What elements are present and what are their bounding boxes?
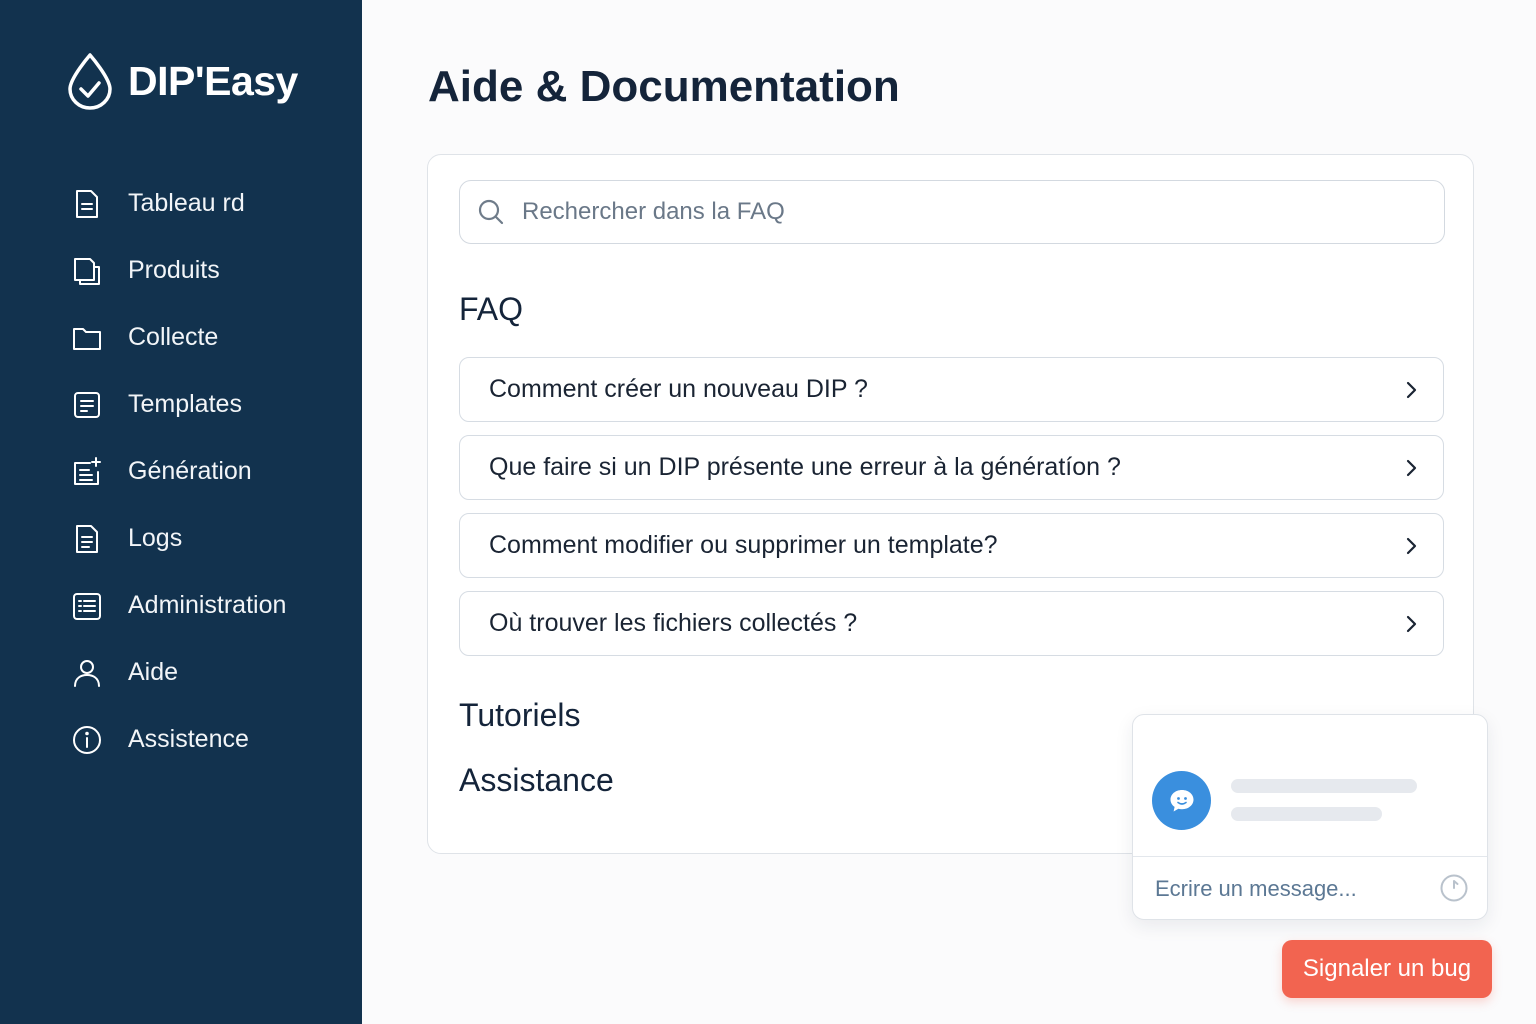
user-icon (74, 659, 100, 687)
chat-message-input[interactable] (1155, 870, 1435, 908)
sidebar-nav: Tableau rd Produits Collecte Templates G… (70, 170, 350, 773)
faq-list: Comment créer un nouveau DIP ? Que faire… (459, 357, 1444, 669)
document-icon (76, 189, 98, 218)
sidebar-item-collecte[interactable]: Collecte (70, 304, 350, 371)
search-icon (478, 199, 504, 225)
faq-question: Que faire si un DIP présente une erreur … (489, 453, 1121, 481)
folder-icon (73, 327, 101, 350)
faq-search (459, 180, 1445, 244)
sidebar-item-templates[interactable]: Templates (70, 371, 350, 438)
message-placeholder-line (1231, 807, 1382, 821)
send-icon[interactable] (1439, 873, 1469, 903)
assistance-link[interactable]: Assistance (459, 762, 614, 799)
sidebar-item-tableau[interactable]: Tableau rd (70, 170, 350, 237)
sidebar-item-label: Tableau rd (128, 189, 245, 217)
chat-avatar (1152, 771, 1211, 830)
faq-item[interactable]: Que faire si un DIP présente une erreur … (459, 435, 1444, 500)
sidebar-item-generation[interactable]: Génération (70, 438, 350, 505)
faq-item[interactable]: Où trouver les fichiers collectés ? (459, 591, 1444, 656)
sidebar-item-label: Génération (128, 457, 252, 485)
sidebar-item-label: Produits (128, 256, 220, 284)
drop-check-icon (68, 53, 112, 110)
list-icon (73, 592, 101, 620)
sidebar-item-administration[interactable]: Administration (70, 572, 350, 639)
sidebar: DIP'Easy Tableau rd Produits Collecte Te… (0, 0, 362, 1024)
faq-item[interactable]: Comment créer un nouveau DIP ? (459, 357, 1444, 422)
sidebar-item-produits[interactable]: Produits (70, 237, 350, 304)
brand[interactable]: DIP'Easy (66, 52, 298, 110)
sidebar-item-assistence[interactable]: Assistence (70, 706, 350, 773)
chevron-right-icon (1406, 537, 1417, 554)
faq-item[interactable]: Comment modifier ou supprimer un templat… (459, 513, 1444, 578)
sidebar-item-label: Logs (128, 524, 183, 552)
sidebar-item-label: Collecte (128, 323, 219, 351)
report-bug-button[interactable]: Signaler un bug (1282, 940, 1492, 998)
chevron-right-icon (1406, 459, 1417, 476)
sidebar-item-label: Administration (128, 591, 287, 619)
log-file-icon (76, 524, 98, 553)
sidebar-item-logs[interactable]: Logs (70, 505, 350, 572)
search-input[interactable] (522, 198, 1422, 226)
chat-bubble-icon (1170, 789, 1193, 811)
faq-question: Où trouver les fichiers collectés ? (489, 609, 858, 637)
faq-question: Comment modifier ou supprimer un templat… (489, 531, 998, 559)
template-icon (74, 391, 100, 418)
tutorials-link[interactable]: Tutoriels (459, 697, 581, 734)
sidebar-item-label: Aide (128, 658, 179, 686)
sidebar-item-label: Templates (128, 390, 242, 418)
sidebar-item-label: Assistence (128, 725, 249, 753)
faq-question: Comment créer un nouveau DIP ? (489, 375, 868, 403)
chevron-right-icon (1406, 381, 1417, 398)
message-placeholder-line (1231, 779, 1417, 793)
chat-divider (1133, 856, 1487, 857)
page-title: Aide & Documentation (428, 62, 900, 111)
chat-widget (1132, 714, 1488, 920)
faq-title: FAQ (459, 291, 524, 327)
copy-documents-icon (74, 257, 100, 285)
chevron-right-icon (1406, 615, 1417, 632)
info-icon (73, 725, 101, 754)
brand-name: DIP'Easy (128, 57, 298, 104)
sidebar-item-aide[interactable]: Aide (70, 639, 350, 706)
generate-icon (74, 456, 101, 485)
